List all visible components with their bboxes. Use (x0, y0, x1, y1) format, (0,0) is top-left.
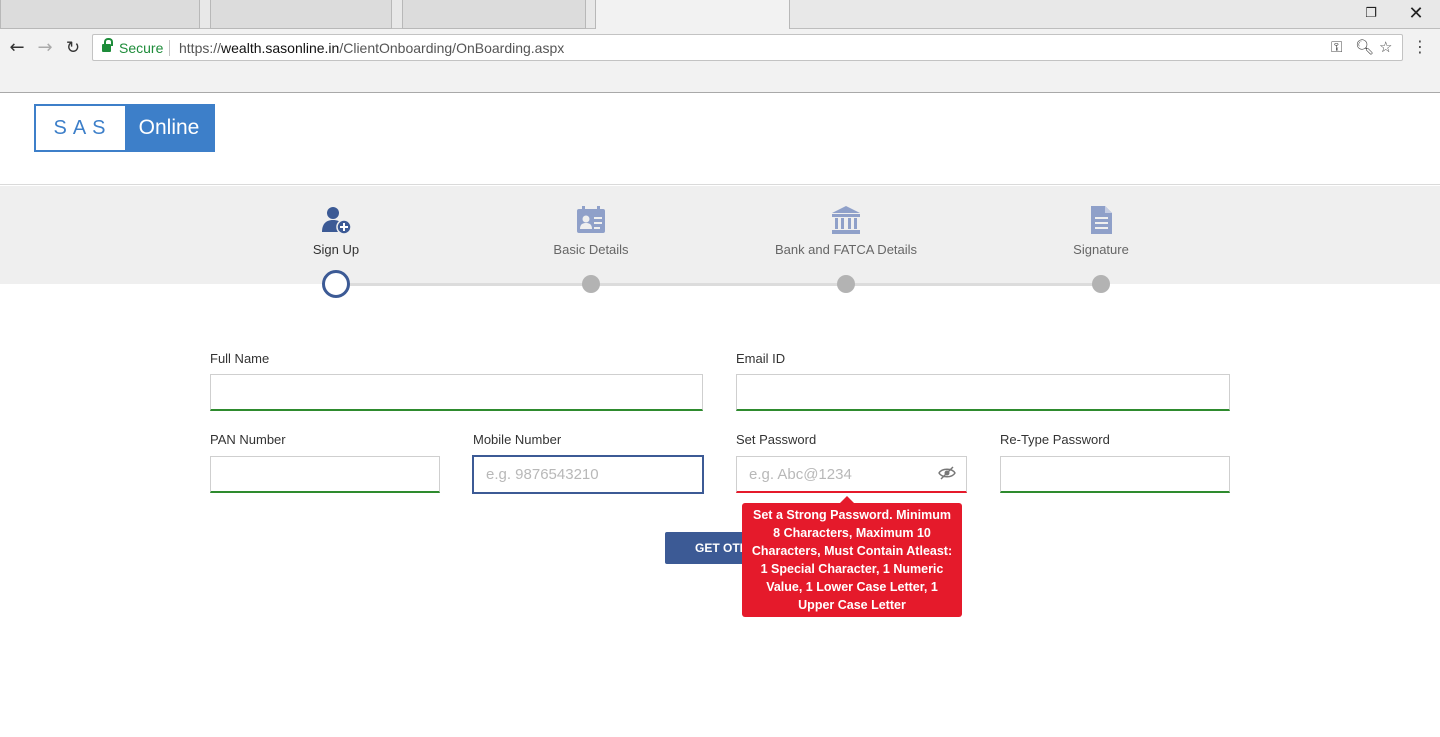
browser-tab-active[interactable] (595, 0, 790, 30)
step-indicator (837, 275, 855, 293)
retype-password-input[interactable] (1000, 456, 1230, 493)
window-close-icon[interactable]: ✕ (1404, 3, 1428, 25)
step-indicator (1092, 275, 1110, 293)
secure-label: Secure (119, 40, 164, 56)
step-signature[interactable]: Signature (1001, 204, 1201, 257)
user-add-icon (322, 207, 352, 235)
bookmark-star-icon[interactable]: ☆ (1379, 38, 1392, 56)
full-name-label: Full Name (210, 351, 270, 366)
logo-right-text: Online (125, 106, 213, 150)
site-header: SAS Online (0, 93, 1440, 185)
id-card-icon (577, 206, 605, 233)
url-host: wealth.sasonline.in (221, 40, 340, 56)
password-label: Set Password (736, 432, 817, 447)
email-input[interactable] (736, 374, 1230, 411)
url-text[interactable]: https://wealth.sasonline.in/ClientOnboar… (179, 40, 564, 56)
back-arrow-icon[interactable]: ← (6, 37, 28, 59)
browser-menu-icon[interactable]: ⋮ (1412, 37, 1428, 56)
step-basic-details[interactable]: Basic Details (491, 204, 691, 257)
logo-left-text: SAS (36, 106, 125, 150)
bank-icon (832, 206, 860, 234)
zoom-icon[interactable]: 🔍︎ (1355, 38, 1374, 56)
stepper-progress-line (336, 283, 1102, 286)
browser-tab-strip: ❐ ✕ (0, 0, 1440, 30)
mobile-input[interactable] (473, 456, 703, 493)
eye-slash-icon[interactable] (938, 466, 956, 480)
document-icon (1091, 206, 1112, 234)
step-label: Signature (1073, 242, 1129, 257)
pan-input[interactable] (210, 456, 440, 493)
url-prefix: https:// (179, 40, 222, 56)
step-indicator (582, 275, 600, 293)
forward-arrow-icon[interactable]: → (34, 37, 56, 59)
password-input[interactable] (736, 456, 967, 493)
window-restore-icon[interactable]: ❐ (1359, 3, 1383, 25)
browser-toolbar: ← → ↻ Secure https://wealth.sasonline.in… (0, 29, 1440, 93)
mobile-label: Mobile Number (473, 432, 562, 447)
lock-icon (102, 38, 113, 53)
key-icon[interactable]: ⚿ (1331, 38, 1342, 56)
step-bank-fatca[interactable]: Bank and FATCA Details (746, 204, 946, 257)
address-bar[interactable]: Secure https://wealth.sasonline.in/Clien… (92, 34, 1403, 61)
step-label: Bank and FATCA Details (774, 242, 918, 257)
step-label: Basic Details (553, 242, 629, 257)
sas-online-logo[interactable]: SAS Online (34, 104, 215, 152)
step-label: Sign Up (312, 242, 360, 257)
browser-tab[interactable] (210, 0, 392, 29)
full-name-input[interactable] (210, 374, 703, 411)
address-separator (169, 40, 170, 56)
pan-label: PAN Number (210, 432, 286, 447)
retype-password-label: Re-Type Password (1000, 432, 1110, 447)
step-sign-up[interactable]: Sign Up (236, 204, 436, 257)
reload-icon[interactable]: ↻ (62, 37, 84, 59)
browser-tab[interactable] (402, 0, 586, 29)
onboarding-stepper (0, 186, 1440, 284)
password-rules-tooltip: Set a Strong Password. Minimum 8 Charact… (742, 496, 962, 617)
email-label: Email ID (736, 351, 786, 366)
step-indicator-active (322, 270, 350, 298)
browser-tab[interactable] (0, 0, 200, 29)
url-path: /ClientOnboarding/OnBoarding.aspx (339, 40, 565, 56)
